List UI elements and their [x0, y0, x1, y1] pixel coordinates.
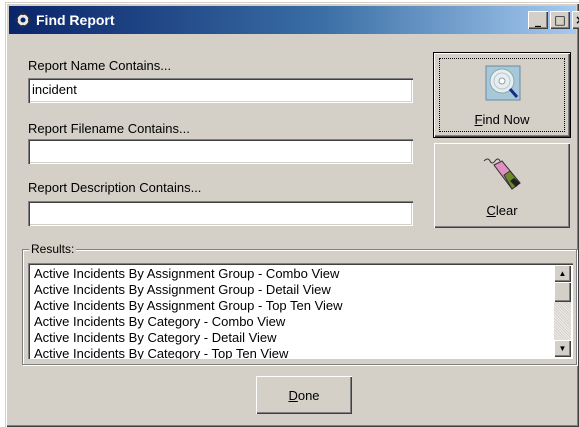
- report-description-input[interactable]: [28, 201, 413, 226]
- find-now-button[interactable]: Find Now: [433, 52, 571, 138]
- done-button[interactable]: Done: [256, 376, 352, 414]
- find-now-label: Find Now: [474, 112, 530, 127]
- list-item[interactable]: Active Incidents By Assignment Group - D…: [34, 282, 549, 298]
- report-filename-input[interactable]: [28, 139, 413, 164]
- magnifier-disc-icon: [485, 65, 521, 101]
- results-label: Results:: [29, 242, 77, 256]
- minimize-icon: _: [535, 13, 541, 27]
- list-item[interactable]: Active Incidents By Category - Detail Vi…: [34, 330, 549, 346]
- maximize-icon: □: [554, 13, 566, 27]
- title-bar[interactable]: Find Report _ □ ×: [9, 6, 579, 34]
- report-gear-icon: [15, 12, 31, 28]
- close-button[interactable]: ×: [572, 11, 579, 29]
- window-title: Find Report: [36, 12, 115, 28]
- arrow-down-icon: ▼: [558, 344, 567, 353]
- results-list: Active Incidents By Assignment Group - C…: [34, 266, 549, 359]
- report-filename-label: Report Filename Contains...: [28, 121, 190, 136]
- report-name-label: Report Name Contains...: [28, 58, 172, 73]
- results-listbox[interactable]: Active Incidents By Assignment Group - C…: [28, 263, 573, 359]
- clear-button[interactable]: Clear: [434, 143, 570, 228]
- report-description-label: Report Description Contains...: [28, 180, 202, 195]
- scroll-down-button[interactable]: ▼: [554, 340, 571, 357]
- scroll-up-button[interactable]: ▲: [554, 265, 571, 282]
- arrow-up-icon: ▲: [558, 269, 567, 278]
- find-report-window: Find Report _ □ × Report Name Contains..…: [5, 2, 579, 427]
- maximize-button[interactable]: □: [550, 11, 570, 29]
- done-label: Done: [288, 387, 320, 403]
- report-name-input[interactable]: incident: [28, 78, 413, 103]
- list-item[interactable]: Active Incidents By Assignment Group - C…: [34, 266, 549, 282]
- eraser-icon: [483, 158, 521, 190]
- scroll-thumb[interactable]: [554, 282, 571, 302]
- list-item[interactable]: Active Incidents By Category - Combo Vie…: [34, 314, 549, 330]
- close-icon: ×: [575, 13, 579, 27]
- clear-label: Clear: [486, 203, 518, 218]
- minimize-button[interactable]: _: [528, 11, 548, 29]
- list-item[interactable]: Active Incidents By Assignment Group - T…: [34, 298, 549, 314]
- vertical-scrollbar[interactable]: ▲ ▼: [554, 265, 571, 357]
- list-item[interactable]: Active Incidents By Category - Top Ten V…: [34, 346, 549, 359]
